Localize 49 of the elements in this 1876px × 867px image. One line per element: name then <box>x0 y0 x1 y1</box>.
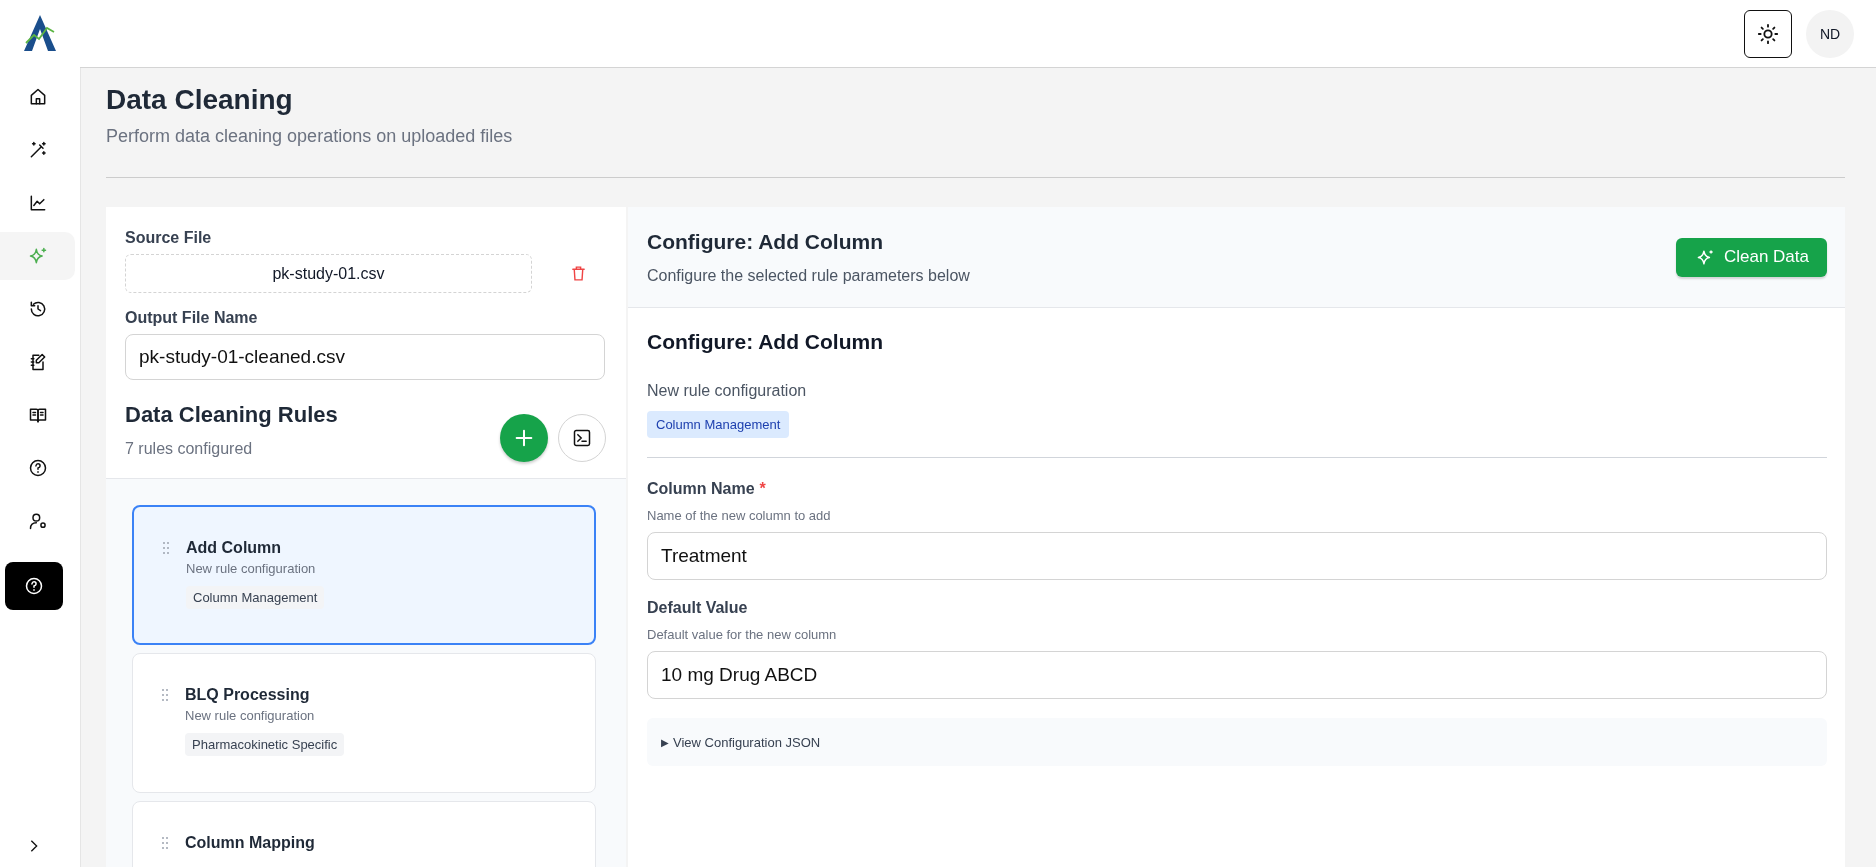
required-asterisk: * <box>759 480 766 498</box>
drag-handle-icon[interactable] <box>162 541 170 555</box>
config-header-subtitle: Configure the selected rule parameters below <box>647 266 970 285</box>
rule-card[interactable]: Column Mapping <box>132 801 596 867</box>
terminal-icon <box>572 428 592 448</box>
category-tag: Pharmacokinetic Specific <box>185 733 345 756</box>
field-hint: Default value for the new column <box>647 627 838 642</box>
field-label: Default Value <box>647 599 748 617</box>
rule-name: BLQ Processing <box>185 686 311 704</box>
page-title: Data Cleaning <box>106 84 294 116</box>
config-description: New rule configuration <box>647 382 807 400</box>
text-input[interactable]: 10 mg Drug ABCD <box>647 651 1827 699</box>
category-tag: Column Management <box>186 586 325 609</box>
rule-card[interactable]: BLQ Processing New rule configuration Pharmacokinetic Specific <box>132 653 596 793</box>
sparkles-icon <box>27 246 48 266</box>
field-label: Source File <box>125 229 213 247</box>
field-label: Column Name <box>647 480 755 498</box>
section-title: Data Cleaning Rules <box>125 402 338 428</box>
terminal-button[interactable] <box>558 414 606 462</box>
plus-icon <box>513 427 535 449</box>
user-avatar[interactable]: ND <box>1806 9 1854 58</box>
config-title: Configure: Add Column <box>647 330 883 354</box>
trash-icon[interactable] <box>570 265 587 282</box>
rule-description: New rule configuration <box>185 708 316 723</box>
drag-handle-icon[interactable] <box>161 836 169 850</box>
rule-description: New rule configuration <box>186 561 317 576</box>
rule-name: Column Mapping <box>185 834 315 852</box>
user-gear-icon <box>27 511 48 531</box>
page-subtitle: Perform data cleaning operations on uploaded files <box>106 126 514 147</box>
add-rule-button[interactable] <box>500 414 548 462</box>
output-file-input[interactable]: pk-study-01-cleaned.csv <box>125 334 605 380</box>
category-tag: Column Management <box>647 411 790 438</box>
theme-toggle-button[interactable] <box>1744 9 1792 58</box>
config-header-title: Configure: Add Column <box>647 229 884 254</box>
source-file-field[interactable]: pk-study-01.csv <box>125 254 532 293</box>
sparkles-icon <box>1695 247 1715 267</box>
help-icon <box>24 576 44 596</box>
text-input[interactable]: Treatment <box>647 532 1827 580</box>
sun-icon <box>1757 22 1779 45</box>
drag-handle-icon[interactable] <box>161 688 169 702</box>
json-toggle[interactable]: ▶ View Configuration JSON <box>647 718 1827 766</box>
rule-count: 7 rules configured <box>125 440 254 458</box>
rule-name: Add Column <box>186 539 283 557</box>
field-hint: Name of the new column to add <box>647 508 832 523</box>
book-icon <box>27 405 48 425</box>
rule-card[interactable]: Add Column New rule configuration Column Management <box>132 505 596 645</box>
field-label: Output File Name <box>125 309 259 327</box>
help-button[interactable] <box>5 562 63 610</box>
help-icon <box>27 458 48 478</box>
